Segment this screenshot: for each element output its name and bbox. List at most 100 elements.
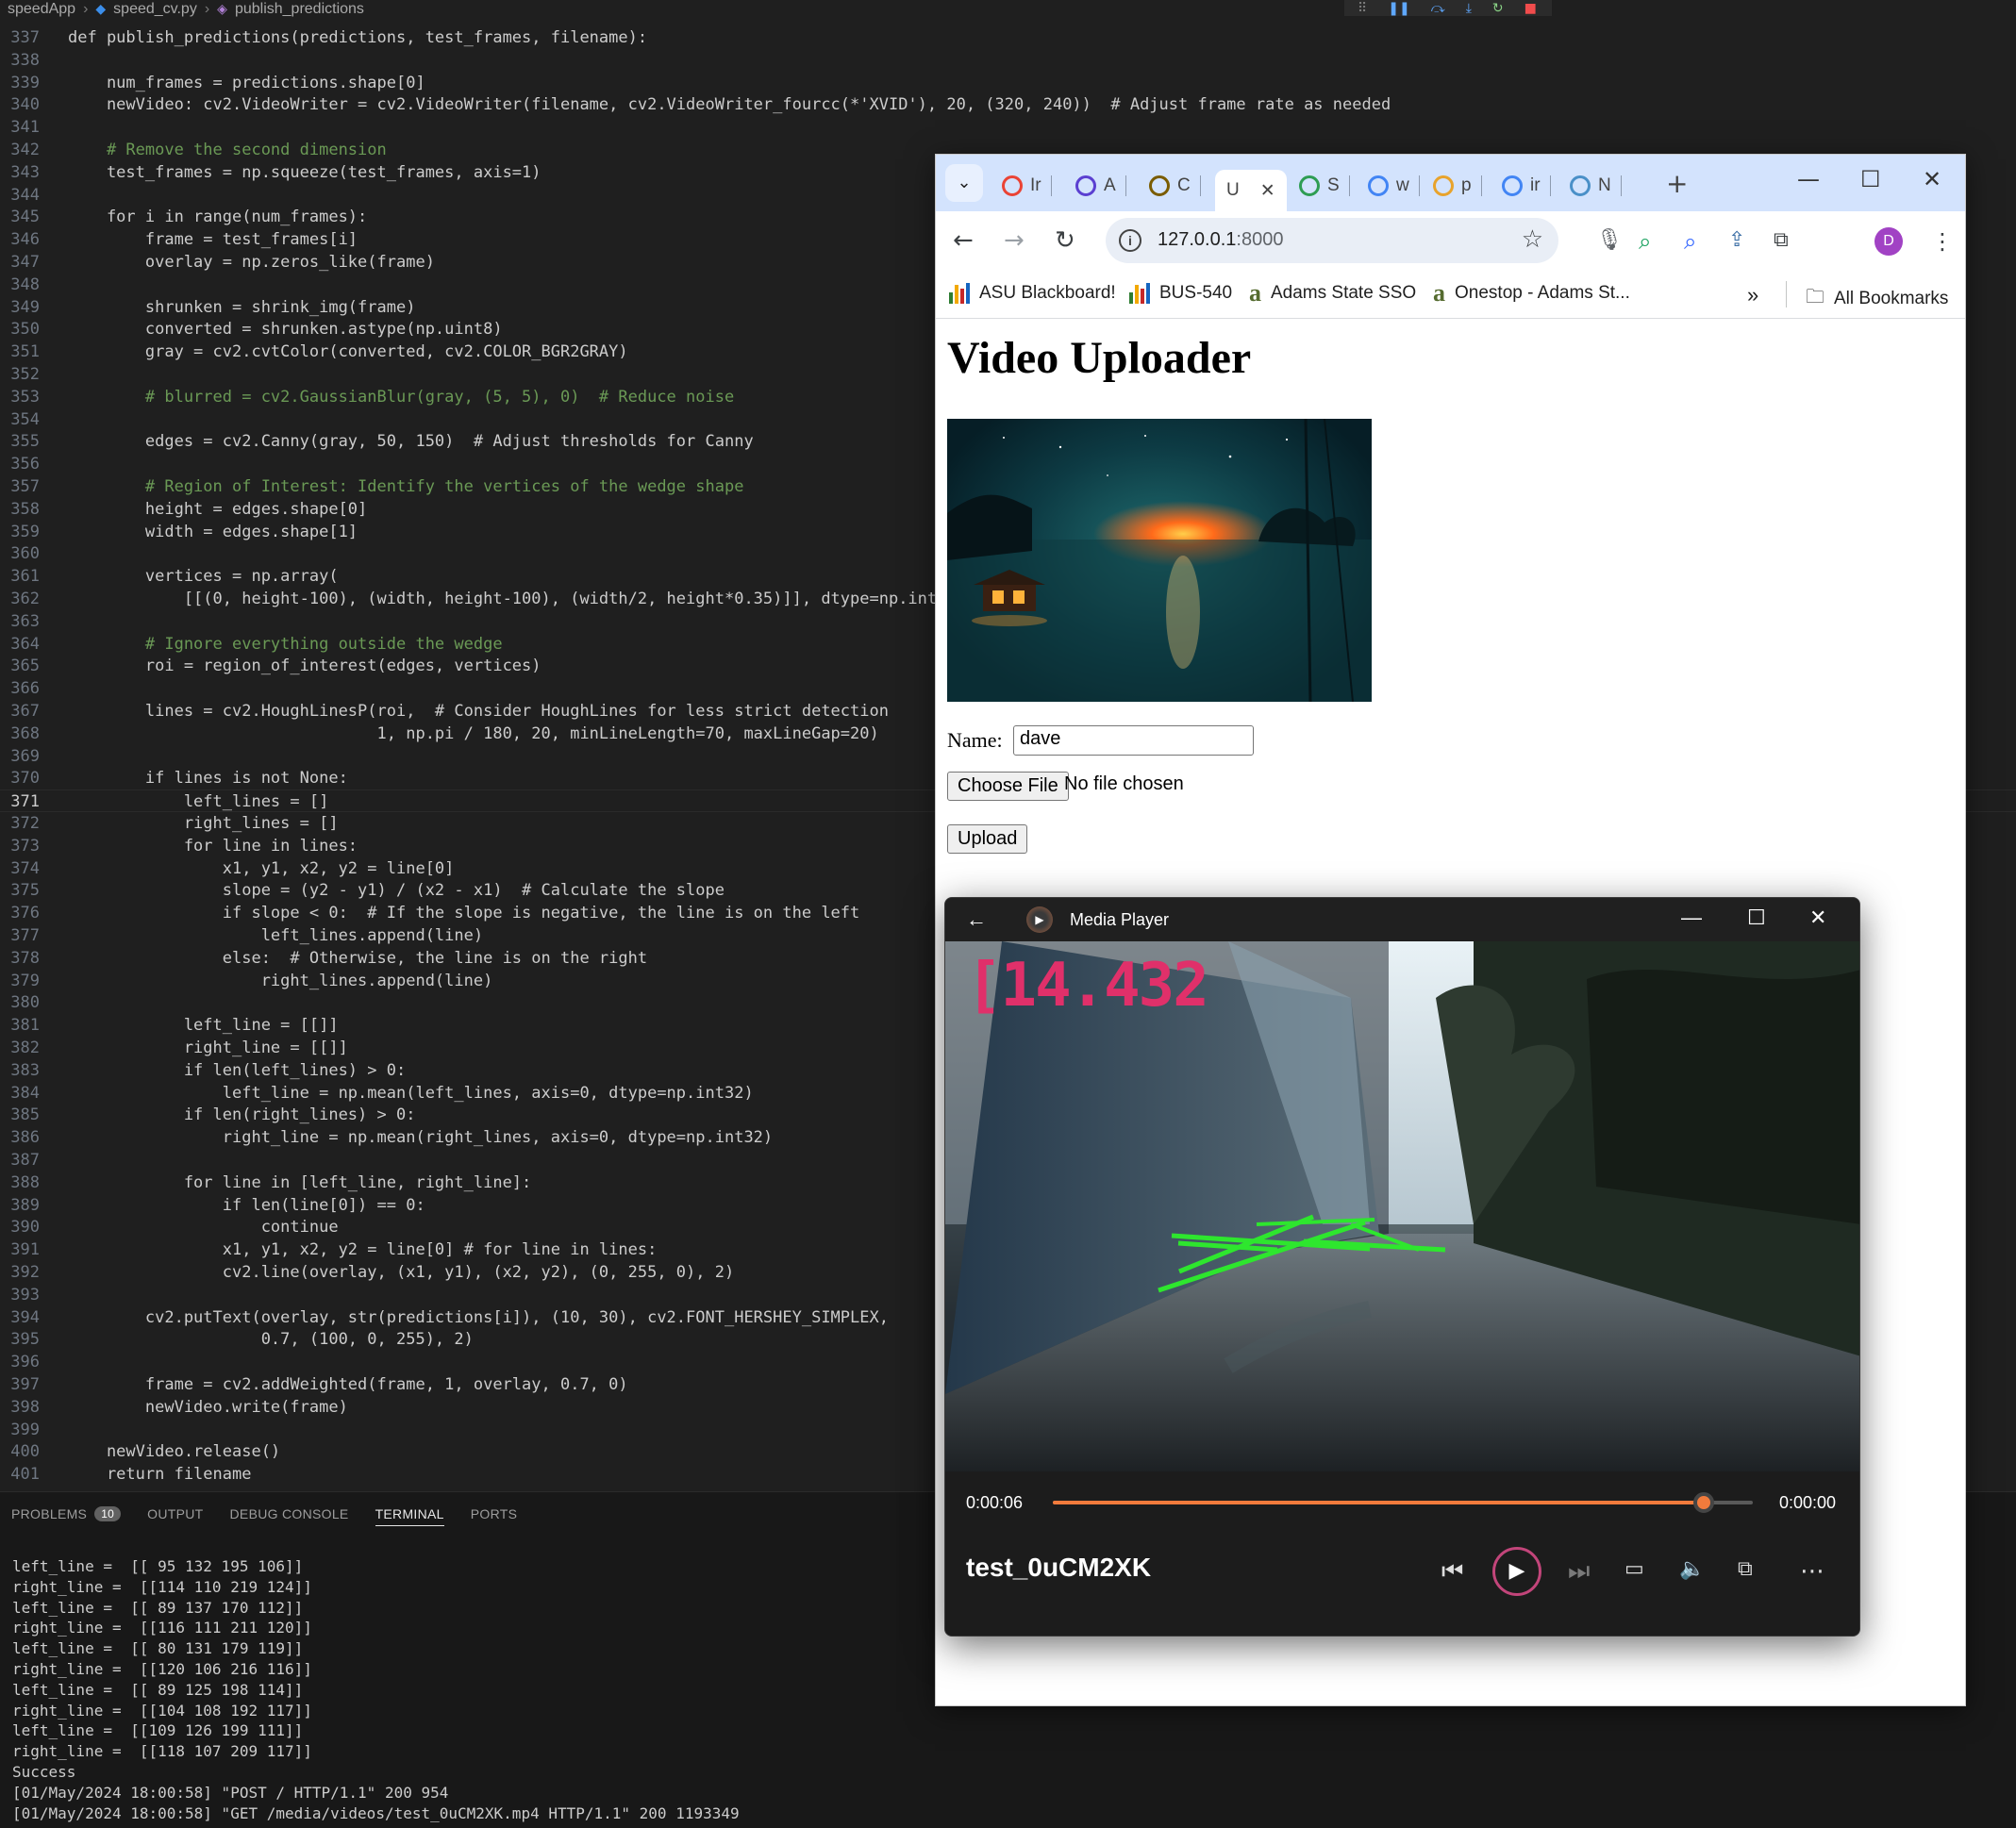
browser-tab[interactable]: p [1433, 170, 1482, 202]
menu-kebab-icon[interactable]: ⋮ [1931, 228, 1954, 255]
profile-avatar[interactable]: D [1874, 227, 1903, 256]
browser-tab[interactable]: ir [1502, 170, 1551, 202]
site-info-icon[interactable]: i [1119, 229, 1141, 252]
video-frame[interactable]: [14.432 [945, 941, 1859, 1471]
browser-tab[interactable]: w [1368, 170, 1420, 202]
browser-tab[interactable]: A [1075, 170, 1126, 202]
track-title: test_0uCM2XK [966, 1553, 1152, 1582]
upload-button[interactable]: Upload [947, 824, 1028, 854]
forward-arrow-icon[interactable]: → [1004, 226, 1025, 255]
seek-bar[interactable] [1053, 1492, 1753, 1513]
close-window-icon[interactable]: ✕ [1923, 166, 1941, 192]
line-number: 367 [10, 702, 40, 721]
all-bookmarks[interactable]: 🗀 All Bookmarks [1806, 283, 1948, 315]
tab-problems[interactable]: PROBLEMS 10 [11, 1502, 122, 1526]
seek-bar-fill [1053, 1501, 1705, 1504]
stop-icon[interactable]: ■ [1524, 1, 1537, 16]
line-number: 385 [10, 1105, 40, 1125]
back-arrow-icon[interactable]: ← [966, 907, 987, 932]
terminal-output[interactable]: left_line = [[ 95 132 195 106]] right_lin… [12, 1556, 740, 1823]
line-number: 397 [10, 1375, 40, 1394]
code-line[interactable]: 341 [0, 116, 2016, 139]
bookmark-star-icon[interactable]: ☆ [1522, 225, 1543, 254]
tab-debug-console[interactable]: DEBUG CONSOLE [230, 1502, 349, 1526]
bookmark-label: BUS-540 [1159, 283, 1233, 303]
play-button[interactable]: ▶ [1492, 1547, 1541, 1596]
browser-tab[interactable]: Ir [1002, 170, 1052, 202]
previous-track-icon[interactable]: ⏮ [1441, 1557, 1463, 1587]
terminal-line: Success [12, 1762, 76, 1781]
step-into-icon[interactable]: ⤓ [1466, 1, 1472, 16]
browser-tab-label: p [1461, 175, 1472, 195]
grip-icon[interactable]: ⠿ [1358, 1, 1367, 16]
code-line[interactable]: 339 num_frames = predictions.shape[0] [0, 72, 2016, 94]
extension-search-blue-icon[interactable]: ⌕ [1684, 228, 1696, 255]
line-number: 351 [10, 342, 40, 362]
choose-file-button[interactable]: Choose File [947, 772, 1069, 801]
tab-ports[interactable]: PORTS [471, 1502, 517, 1526]
close-icon[interactable]: ✕ [1809, 906, 1826, 930]
name-input[interactable]: dave [1013, 725, 1254, 756]
line-number: 388 [10, 1172, 40, 1192]
bookmark-asu-blackboard[interactable]: ASU Blackboard! [949, 283, 1116, 304]
browser-tab[interactable]: U ✕ [1215, 170, 1287, 211]
gmail-icon [1002, 175, 1023, 196]
subtitles-icon[interactable]: ▭ [1624, 1557, 1644, 1581]
new-tab-plus-icon[interactable]: + [1666, 168, 1688, 199]
line-code: for line in lines: [68, 836, 358, 856]
bars-icon [1129, 283, 1150, 304]
pause-icon[interactable]: ❚❚ [1388, 1, 1409, 16]
bookmarks-bar: ASU Blackboard! BUS-540 a Adams State SS… [936, 272, 1965, 319]
reload-icon[interactable]: ↻ [1055, 226, 1075, 255]
browser-tab[interactable]: C [1149, 170, 1201, 202]
bookmark-label: Onestop - Adams St... [1455, 283, 1630, 303]
minimize-icon[interactable]: — [1797, 166, 1820, 192]
bookmarks-overflow-icon[interactable]: » [1747, 283, 1758, 307]
breadcrumb: speedApp › ◆ speed_cv.py › ◈ publish_pre… [0, 0, 2016, 18]
maximize-icon[interactable]: ☐ [1747, 906, 1766, 930]
restart-icon[interactable]: ↻ [1492, 1, 1504, 16]
line-code: return filename [68, 1465, 252, 1485]
tab-search-chevron-icon[interactable]: ⌄ [945, 164, 983, 202]
bookmark-adams-sso[interactable]: a Adams State SSO [1249, 279, 1416, 307]
maximize-icon[interactable]: ☐ [1860, 166, 1881, 192]
close-tab-icon[interactable]: ✕ [1260, 180, 1275, 202]
line-number: 356 [10, 455, 40, 474]
browser-tab[interactable]: N [1570, 170, 1622, 202]
night-lake-image [947, 419, 1372, 702]
microphone-icon[interactable]: 🎙 [1596, 228, 1623, 252]
code-line[interactable]: 338 [0, 49, 2016, 72]
browser-tab-label: C [1177, 175, 1191, 195]
bookmark-onestop[interactable]: a Onestop - Adams St... [1433, 281, 1630, 306]
breadcrumb-separator-icon: › [83, 0, 89, 17]
tab-output[interactable]: OUTPUT [147, 1502, 203, 1526]
extensions-puzzle-icon[interactable]: ⧉ [1774, 228, 1789, 252]
seek-thumb[interactable] [1693, 1492, 1715, 1513]
volume-icon[interactable]: 🔈 [1679, 1557, 1705, 1581]
back-arrow-icon[interactable]: ← [953, 226, 974, 255]
line-code: edges = cv2.Canny(gray, 50, 150) # Adjus… [68, 432, 754, 452]
browser-tab-label: Ir [1030, 175, 1041, 195]
extension-search-green-icon[interactable]: ⌕ [1639, 228, 1651, 255]
browser-tab[interactable]: S [1299, 170, 1350, 202]
step-over-icon[interactable]: ⤼ [1431, 1, 1445, 16]
extension-upload-icon[interactable]: ⇪ [1728, 228, 1745, 252]
bookmarks-divider [1786, 281, 1787, 307]
next-track-icon[interactable]: ⏭ [1568, 1557, 1590, 1587]
breadcrumb-symbol[interactable]: publish_predictions [235, 1, 364, 18]
tab-terminal[interactable]: TERMINAL [375, 1502, 444, 1526]
code-line[interactable]: 337 def publish_predictions(predictions, … [0, 26, 2016, 49]
breadcrumb-folder[interactable]: speedApp [8, 1, 75, 18]
code-line[interactable]: 340 newVideo: cv2.VideoWriter = cv2.Vide… [0, 93, 2016, 116]
miniplayer-icon[interactable]: ⧉ [1738, 1557, 1753, 1581]
adams-state-logo-icon: a [1249, 279, 1261, 307]
line-code: num_frames = predictions.shape[0] [68, 73, 425, 92]
more-options-icon[interactable]: ⋯ [1800, 1557, 1824, 1586]
line-code: # blurred = cv2.GaussianBlur(gray, (5, 5… [68, 387, 735, 407]
line-number: 387 [10, 1151, 40, 1170]
breadcrumb-file[interactable]: speed_cv.py [113, 1, 197, 18]
address-bar[interactable]: i 127.0.0.1:8000 ☆ [1106, 218, 1558, 263]
play-icon: ▶ [1508, 1559, 1525, 1583]
bookmark-bus-540[interactable]: BUS-540 [1129, 283, 1232, 304]
minimize-icon[interactable]: — [1681, 906, 1702, 930]
